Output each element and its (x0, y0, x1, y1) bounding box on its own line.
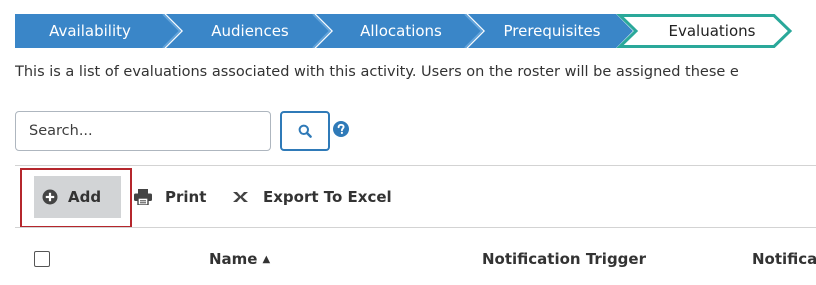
column-header-notification-trigger[interactable]: Notification Trigger (482, 250, 646, 268)
excel-icon (233, 192, 248, 202)
step-audiences[interactable]: Audiences (175, 14, 325, 48)
print-button[interactable]: Print (134, 185, 206, 209)
export-excel-button[interactable]: Export To Excel (232, 185, 392, 209)
step-prerequisites[interactable]: Prerequisites (477, 14, 627, 48)
column-header-name-label: Name (209, 250, 258, 268)
add-button-highlight (20, 168, 132, 228)
page-description: This is a list of evaluations associated… (15, 64, 739, 80)
printer-icon (134, 189, 152, 205)
search-icon (298, 124, 312, 138)
column-header-notification-truncated[interactable]: Notifica (752, 250, 816, 268)
toolbar-divider-top (15, 165, 816, 166)
select-all-checkbox[interactable] (34, 251, 50, 267)
toolbar-divider-bottom (15, 227, 816, 228)
search-input[interactable] (15, 111, 271, 151)
step-availability[interactable]: Availability (15, 14, 165, 48)
column-header-name[interactable]: Name ▲ (209, 250, 270, 268)
print-button-label: Print (165, 188, 207, 206)
sort-ascending-icon: ▲ (262, 254, 271, 265)
step-allocations[interactable]: Allocations (325, 14, 477, 48)
step-evaluations[interactable]: Evaluations (637, 14, 787, 48)
search-button[interactable] (280, 111, 330, 151)
export-excel-button-label: Export To Excel (263, 188, 392, 206)
help-icon[interactable] (333, 121, 349, 137)
